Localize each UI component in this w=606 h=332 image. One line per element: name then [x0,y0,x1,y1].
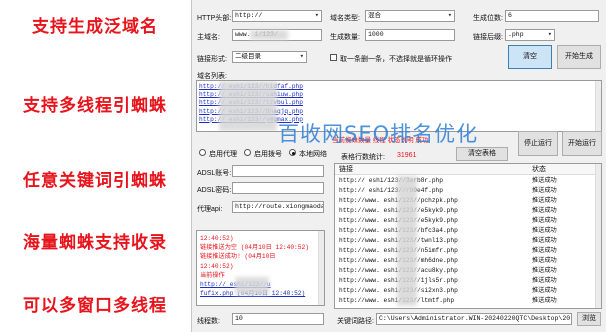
log-line: 链接推送成功! (04月10日 [200,253,276,261]
promo-line-3: 任意关键词引蜘蛛 [23,171,167,191]
row-link-cell: http:// eshi/123//3arb8r.php [339,177,443,184]
row-status-cell: 推送成功 [532,277,557,284]
keyword-path-label: 关键词路径: [337,318,374,325]
row-status-cell: 推送成功 [532,237,557,244]
table-row[interactable]: http://www. eshi/123//e5kyk9.php 推送成功 [335,207,595,215]
result-table[interactable]: 链接 状态 http:// eshi/123//3arb8r.php 推送成功 ht… [334,163,602,309]
take-delete-label: 取一条删一条，不选择就是循环操作 [340,56,452,63]
row-status-cell: 推送成功 [532,197,557,204]
gen-digits-input[interactable]: 6 [505,10,599,22]
domain-list-redaction [219,81,277,131]
gen-count-input[interactable]: 1000 [365,29,455,41]
adsl-password-label: ADSL密码: [197,187,232,194]
proxy-radio[interactable] [199,149,206,156]
link-suffix-select[interactable]: .php [505,29,555,41]
log-scrollbar[interactable] [318,231,324,305]
domain-type-label: 域名类型: [330,15,360,22]
local-network-radio-label: 本地网络 [299,151,327,158]
link-form-select[interactable]: 二级目录 [232,51,307,63]
take-delete-checkbox[interactable] [330,54,337,61]
gen-count-label: 生成数量: [330,34,360,41]
table-row[interactable]: http:// eshi/123//3arb8r.php 推送成功 [335,177,595,185]
clear-table-button[interactable]: 清空表格 [456,147,508,161]
link-form-label: 链接形式: [197,56,227,63]
table-row[interactable]: http://www. eshi/123//n5imfr.php 推送成功 [335,247,595,255]
http-header-label: HTTP头部: [197,15,232,22]
table-row[interactable]: http://www. eshi/123//twnl13.php 推送成功 [335,237,595,245]
keyword-path-input[interactable]: C:\Users\Administrator.WIN-20240220QTC\D… [376,313,572,325]
domain-list-scrollbar[interactable] [595,81,601,131]
dial-radio[interactable] [244,149,251,156]
http-header-select[interactable]: http:// [232,10,322,22]
row-count-label: 表格行数统计: [341,154,385,161]
log-line: 12:40:52) [200,262,234,270]
table-body: http:// eshi/123//3arb8r.php 推送成功 http:// … [335,177,595,308]
row-status-cell: 推送成功 [532,217,557,224]
log-box[interactable]: 12:40:52) 链接推送为空 (04月10日 12:40:52) 链接推送成功!… [196,230,325,306]
row-status-cell: 推送成功 [532,267,557,274]
table-row[interactable]: http:// eshi/123//r90e4f.php 推送成功 [335,187,595,195]
table-row[interactable]: http://www. eshi/123//bfc3a4.php 推送成功 [335,227,595,235]
dial-radio-label: 启用拨号 [254,151,282,158]
browse-button[interactable]: 浏览 [577,312,601,326]
watermark-text: 百收网SEO排名优化 [278,122,479,146]
app-window: HTTP头部: http:// 域名类型: 混合 生成位数: 6 主域名: ww… [191,0,606,332]
adsl-account-input[interactable] [232,165,324,177]
table-row[interactable]: http://www. eshi/123//acu8ky.php 推送成功 [335,267,595,275]
threads-input[interactable]: 10 [232,313,324,325]
main-domain-redaction [250,30,288,40]
gen-digits-label: 生成位数: [473,15,503,22]
row-status-cell: 推送成功 [532,227,557,234]
table-row[interactable]: http://www. eshi/123//mh6dne.php 推送成功 [335,257,595,265]
row-link-cell: http:// eshi/123//r90e4f.php [339,187,443,194]
row-status-cell: 推送成功 [532,297,557,304]
table-header: 链接 状态 [335,164,601,175]
row-status-cell: 推送成功 [532,207,557,214]
domain-type-select[interactable]: 混合 [365,10,455,22]
log-line: 链接推送为空 (04月10日 12:40:52) [200,244,309,252]
row-status-cell: 推送成功 [532,187,557,194]
table-row[interactable]: http://www. eshi/123//1jls5r.php 推送成功 [335,277,595,285]
table-redaction [397,176,417,306]
table-row[interactable]: http://www. eshi/123//e5kyk9.php 推送成功 [335,217,595,225]
row-status-cell: 推送成功 [532,247,557,254]
threads-label: 线程数: [197,318,220,325]
stop-button[interactable]: 停止运行 [518,131,558,156]
row-status-cell: 推送成功 [532,287,557,294]
promo-line-4: 海量蜘蛛支持收录 [23,233,167,253]
main-domain-label: 主域名: [197,34,220,41]
proxy-api-input[interactable]: http://route.xiongmaodail [232,201,324,213]
table-row[interactable]: http://www. eshi/123//si2xn3.php 推送成功 [335,287,595,295]
adsl-password-input[interactable] [232,182,324,194]
table-row[interactable]: http://www. eshi/123//pchzpk.php 推送成功 [335,197,595,205]
log-line: 12:40:52) [200,235,234,242]
adsl-account-label: ADSL账号: [197,170,232,177]
link-suffix-label: 链接后缀: [473,34,503,41]
row-status-cell: 推送成功 [532,177,557,184]
local-network-radio[interactable] [289,149,296,156]
start-run-button[interactable]: 开始运行 [562,131,602,156]
proxy-radio-label: 启用代理 [209,151,237,158]
promo-line-5: 可以多窗口多线程 [23,296,167,316]
table-row[interactable]: http://www. eshi/123//ltmtf.php 推送成功 [335,297,595,305]
clear-button[interactable]: 清空 [508,45,552,69]
log-redaction [235,277,269,295]
row-status-cell: 推送成功 [532,257,557,264]
column-link-header[interactable]: 链接 [339,164,353,175]
promo-line-1: 支持生成泛域名 [32,17,158,37]
start-generate-button[interactable]: 开始生成 [557,45,601,69]
proxy-api-label: 代理api: [197,206,223,213]
column-status-header[interactable]: 状态 [532,164,546,175]
table-scrollbar[interactable] [595,164,601,308]
promo-line-2: 支持多线程引蜘蛛 [23,96,167,116]
row-count-value: 31961 [397,152,417,159]
